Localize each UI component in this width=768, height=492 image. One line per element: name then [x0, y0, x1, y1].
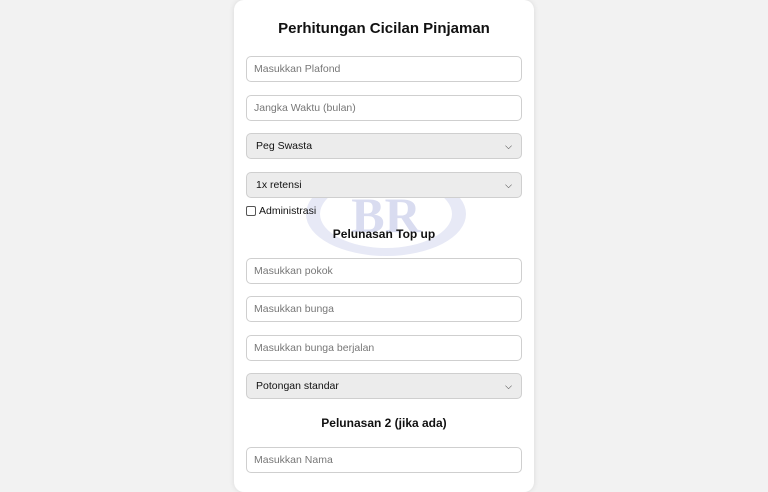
retention-select[interactable]: 1x retensi ⌵: [246, 172, 522, 198]
retention-select-value: 1x retensi: [256, 179, 302, 191]
job-type-select[interactable]: Peg Swasta ⌵: [246, 133, 522, 159]
topup-section-heading: Pelunasan Top up: [332, 227, 436, 241]
pelunasan2-section-heading: Pelunasan 2 (jika ada): [321, 416, 447, 430]
bunga-berjalan-input[interactable]: [246, 335, 522, 361]
tenor-input[interactable]: [246, 95, 522, 121]
chevron-down-icon: ⌵: [505, 140, 512, 151]
admin-checkbox[interactable]: [246, 206, 256, 216]
admin-checkbox-label: Administrasi: [259, 205, 317, 217]
admin-checkbox-row[interactable]: Administrasi: [246, 204, 316, 218]
chevron-down-icon: ⌵: [505, 380, 512, 391]
bunga-input[interactable]: [246, 296, 522, 322]
potongan-select-value: Potongan standar: [256, 380, 339, 392]
job-type-select-value: Peg Swasta: [256, 140, 313, 152]
plafond-input[interactable]: [246, 56, 522, 82]
pokok-input[interactable]: [246, 258, 522, 284]
potongan-select[interactable]: Potongan standar ⌵: [246, 373, 522, 399]
page-title: Perhitungan Cicilan Pinjaman: [278, 20, 490, 37]
chevron-down-icon: ⌵: [505, 179, 512, 190]
nama-input[interactable]: [246, 447, 522, 473]
loan-calculator-card: BR Perhitungan Cicilan Pinjaman Peg Swas…: [234, 0, 534, 492]
